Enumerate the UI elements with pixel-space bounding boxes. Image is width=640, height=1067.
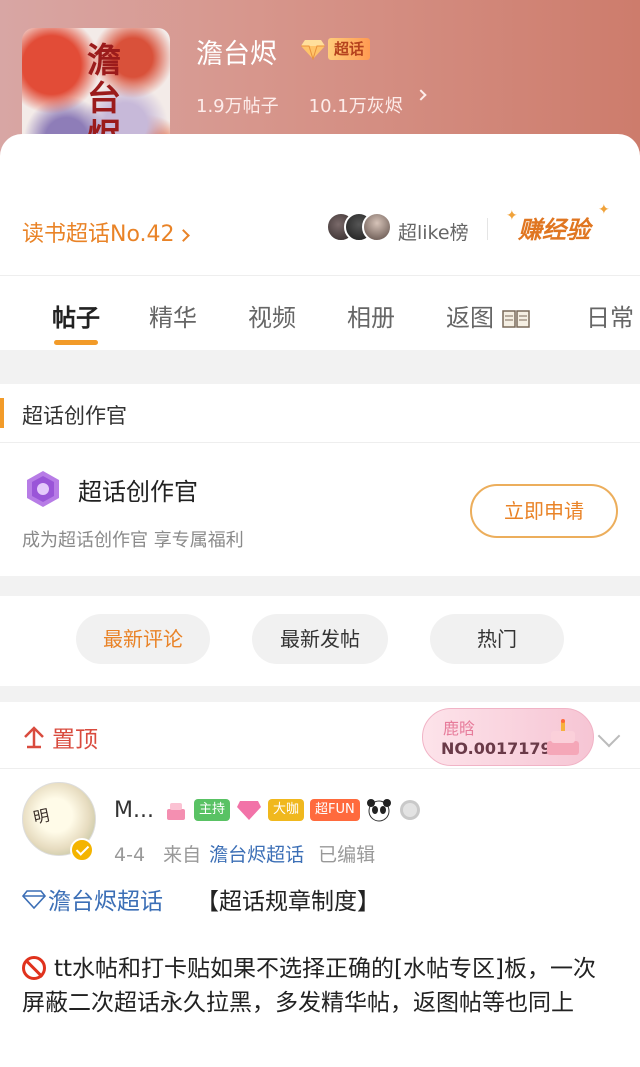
pinned-row[interactable]: 置顶 鹿晗 NO.0017179 (0, 702, 640, 768)
creator-subtitle: 成为超话创作官 享专属福利 (22, 530, 244, 551)
cake-level-icon (167, 803, 185, 820)
pinned-text: 置顶 (52, 727, 98, 753)
panda-icon (366, 799, 391, 822)
divider (0, 275, 640, 276)
sort-latest-comment[interactable]: 最新评论 (76, 614, 210, 664)
user-badges: 主持 大咖 超FUN (164, 798, 422, 822)
avatar (362, 212, 392, 242)
pin-up-icon (24, 726, 44, 749)
chevron-right-icon (415, 89, 427, 101)
pinned-label: 置顶 (22, 720, 98, 754)
sort-hot[interactable]: 热门 (430, 614, 564, 664)
section-title: 超话创作官 (22, 404, 127, 428)
tab-posts[interactable]: 帖子 (52, 298, 100, 333)
host-badge: 主持 (194, 799, 231, 821)
post-body[interactable]: tt水帖和打卡贴如果不选择正确的[水帖专区]板，一次屏蔽二次超话永久拉黑，多发精… (22, 952, 618, 1020)
sort-bar: 最新评论 最新发帖 热门 (0, 596, 640, 686)
tab-album[interactable]: 相册 (347, 298, 395, 333)
post-body-text: tt水帖和打卡贴如果不选择正确的[水帖专区]板，一次屏蔽二次超话永久拉黑，多发精… (22, 956, 596, 1016)
rank-row: 读书超话No.42 超like榜 ✦ ✦ 赚经验 (0, 196, 640, 266)
post-rule-title: 【超话规章制度】 (196, 889, 380, 915)
tab-featured[interactable]: 精华 (149, 298, 197, 333)
prohibited-icon (22, 956, 46, 980)
diamond-icon (301, 40, 325, 60)
creator-section: 超话创作官 超话创作官 成为超话创作官 享专属福利 立即申请 (0, 384, 640, 576)
diamond-level-icon (237, 801, 262, 820)
chevron-down-icon[interactable] (597, 724, 621, 748)
post-date: 4-4 (114, 844, 146, 866)
fun-badge: 超FUN (310, 799, 360, 821)
superlike-rank-link[interactable]: 超like榜 (398, 218, 469, 245)
chevron-right-icon (176, 229, 190, 242)
author-name[interactable]: M... (114, 798, 154, 823)
super-topic-tag: 超话 (328, 38, 371, 60)
rank-link[interactable]: 读书超话No.42 (22, 216, 190, 248)
fan-card-number: NO.0017179 (441, 739, 552, 758)
apply-now-button[interactable]: 立即申请 (470, 484, 618, 538)
cake-icon (547, 719, 579, 755)
accent-bar (0, 398, 4, 428)
post-feed: 置顶 鹿晗 NO.0017179 明 M... 主持 大咖 超FUN 4-4 来… (0, 702, 640, 1067)
divider (0, 442, 640, 443)
rank-text: 读书超话No.42 (22, 222, 175, 247)
post-meta: 4-4 来自 澹台烬超话 已编辑 (114, 840, 375, 867)
from-label: 来自 (163, 844, 202, 866)
sparkle-icon: ✦ (506, 208, 518, 224)
verified-icon (70, 838, 94, 862)
diamond-icon (22, 890, 46, 909)
divider (0, 768, 640, 769)
edited-label: 已编辑 (318, 844, 376, 866)
active-tab-indicator (54, 340, 98, 345)
vip-badge: 大咖 (268, 799, 305, 821)
divider (487, 218, 488, 240)
post-topic-link[interactable]: 澹台烬超话 (22, 882, 163, 916)
fan-number-card[interactable]: 鹿晗 NO.0017179 (422, 708, 594, 766)
creator-title: 超话创作官 (78, 478, 198, 506)
post-source-link[interactable]: 澹台烬超话 (209, 844, 304, 866)
tab-fan-photos-label: 返图 (446, 304, 494, 332)
tab-bar: 帖子 精华 视频 相册 返图 日常 (0, 278, 640, 348)
section-header: 超话创作官 (0, 384, 640, 442)
topic-title: 澹台烬 (196, 39, 277, 70)
ash-count: 10.1万灰烬 (308, 96, 403, 117)
earn-exp-label: 赚经验 (518, 216, 590, 244)
tab-daily[interactable]: 日常 (586, 298, 634, 333)
post-topic-text: 澹台烬超话 (48, 889, 163, 915)
sparkle-icon: ✦ (598, 202, 610, 218)
tab-videos[interactable]: 视频 (248, 298, 296, 333)
topic-stats[interactable]: 1.9万帖子 10.1万灰烬 (196, 89, 427, 118)
creator-badge-icon (27, 471, 59, 507)
medal-icon (399, 800, 420, 820)
superlike-avatars[interactable] (326, 212, 392, 242)
fan-card-name: 鹿晗 (443, 719, 476, 738)
avatar-text: 明 (31, 805, 52, 828)
super-topic-badge: 超话 (300, 36, 371, 62)
sort-latest-post[interactable]: 最新发帖 (252, 614, 388, 664)
book-icon (501, 310, 530, 328)
tab-fan-photos[interactable]: 返图 (446, 298, 530, 333)
posts-count: 1.9万帖子 (196, 96, 279, 117)
